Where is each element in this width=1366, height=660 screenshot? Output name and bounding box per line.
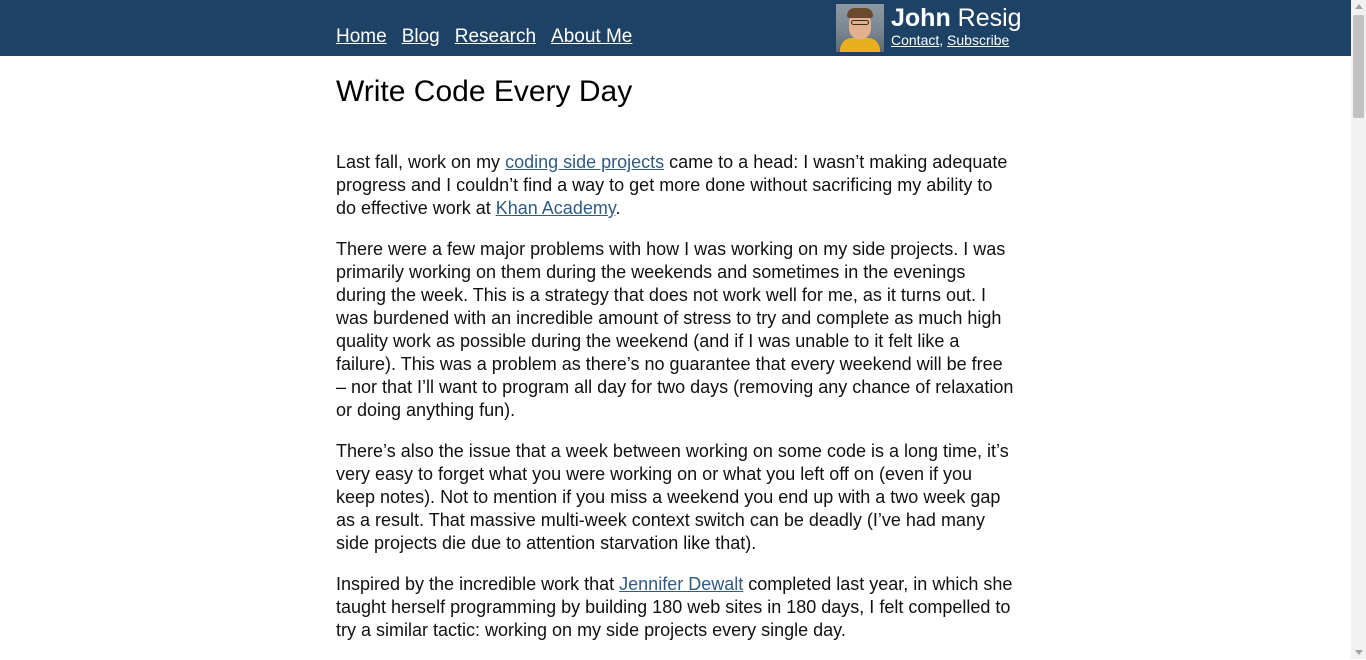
paragraph-2: There were a few major problems with how… (336, 239, 1014, 420)
nav-home-link[interactable]: Home (336, 26, 387, 48)
khan-academy-link[interactable]: Khan Academy (496, 198, 616, 218)
scroll-down-arrow-icon[interactable] (1355, 650, 1363, 655)
paragraph-3: There’s also the issue that a week betwe… (336, 441, 1009, 553)
scroll-thumb[interactable] (1353, 15, 1364, 118)
paragraph-4: Inspired by the incredible work that Jen… (336, 574, 1013, 640)
site-header: Home Blog Research About Me John Resig C… (0, 0, 1351, 56)
paragraph-1: Last fall, work on my coding side projec… (336, 152, 1008, 218)
main-nav: Home Blog Research About Me (336, 26, 632, 48)
nav-blog-link[interactable]: Blog (402, 26, 440, 48)
post-body: Last fall, work on my coding side projec… (336, 151, 1016, 642)
scroll-up-arrow-icon[interactable] (1355, 4, 1363, 9)
jennifer-dewalt-link[interactable]: Jennifer Dewalt (619, 574, 743, 594)
author-avatar[interactable] (836, 4, 884, 52)
post-title: Write Code Every Day (336, 75, 633, 108)
site-title-last: Resig (957, 4, 1022, 32)
brand-links: Contact, Subscribe (891, 32, 1022, 48)
post-content: Write Code Every Day Last fall, work on … (336, 56, 1016, 660)
nav-about-link[interactable]: About Me (551, 26, 632, 48)
nav-research-link[interactable]: Research (455, 26, 536, 48)
brand-links-separator: , (939, 32, 944, 48)
coding-side-projects-link[interactable]: coding side projects (505, 152, 664, 172)
contact-link[interactable]: Contact (891, 32, 939, 48)
site-brand: John Resig Contact, Subscribe (836, 4, 1022, 52)
subscribe-link[interactable]: Subscribe (947, 32, 1009, 48)
site-title[interactable]: John Resig (891, 4, 1022, 32)
vertical-scrollbar[interactable] (1351, 0, 1366, 659)
site-title-first: John (891, 4, 951, 32)
brand-text: John Resig Contact, Subscribe (891, 4, 1022, 52)
